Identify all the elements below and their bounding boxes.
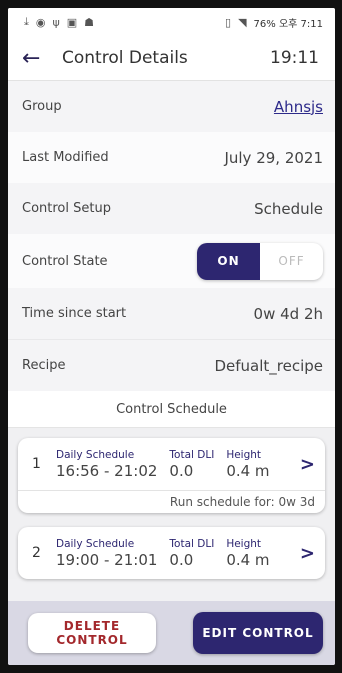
delete-control-button[interactable]: DELETE CONTROL	[28, 613, 156, 653]
chevron-right-icon[interactable]: >	[300, 454, 315, 475]
status-bar: ⤓ ◉ ψ ▣ ☗ ▯ ◥ 76% 오후 7:11	[8, 8, 335, 36]
field-label: Daily Schedule	[56, 537, 135, 550]
schedule-card[interactable]: 2 Daily Schedule 19:00 - 21:01 Total DLI…	[18, 527, 325, 579]
field-label: Height	[226, 537, 262, 550]
row-label: Recipe	[22, 358, 66, 373]
schedule-index: 2	[32, 545, 41, 561]
row-label: Last Modified	[22, 150, 109, 165]
schedule-index: 1	[32, 456, 41, 472]
row-label: Control Setup	[22, 201, 111, 216]
page-title: Control Details	[62, 48, 188, 68]
total-dli: Total DLI 0.0	[169, 449, 214, 480]
field-value: 0.0	[169, 550, 194, 569]
field-value: 19:00 - 21:01	[56, 550, 158, 569]
vibrate-icon: ▯	[225, 15, 232, 29]
field-value: 0.0	[169, 461, 194, 480]
bottom-action-bar: DELETE CONTROL EDIT CONTROL	[8, 601, 335, 665]
toggle-on[interactable]: ON	[197, 242, 260, 280]
field-label: Daily Schedule	[56, 448, 135, 461]
field-label: Height	[226, 448, 262, 461]
toggle-off[interactable]: OFF	[260, 243, 323, 280]
edit-control-button[interactable]: EDIT CONTROL	[193, 612, 323, 654]
header-time: 19:11	[270, 48, 319, 68]
control-state-toggle[interactable]: ON OFF	[197, 242, 323, 280]
usb-icon: ψ	[52, 15, 60, 29]
field-label: Total DLI	[169, 537, 215, 550]
row-label: Control State	[22, 253, 108, 269]
total-dli: Total DLI 0.0	[169, 538, 214, 569]
status-icons-right: ▯ ◥ 76% 오후 7:11	[225, 15, 323, 30]
schedule-card[interactable]: 1 Daily Schedule 16:56 - 21:02 Total DLI…	[18, 438, 325, 513]
row-label: Group	[22, 99, 62, 114]
row-control-state: Control State ON OFF	[8, 234, 335, 288]
row-value: Defualt_recipe	[214, 356, 323, 375]
row-group: Group Ahnsjs	[8, 81, 335, 132]
field-label: Total DLI	[169, 448, 215, 461]
row-value: Schedule	[254, 199, 323, 218]
row-label: Time since start	[22, 306, 127, 321]
back-arrow-icon[interactable]: ←	[22, 46, 54, 71]
row-last-modified: Last Modified July 29, 2021	[8, 132, 335, 183]
field-value: 16:56 - 21:02	[56, 461, 158, 480]
group-link[interactable]: Ahnsjs	[274, 98, 323, 116]
daily-schedule: Daily Schedule 19:00 - 21:01	[56, 538, 157, 569]
android-icon: ☗	[84, 15, 95, 29]
wifi-icon: ◥	[238, 15, 247, 29]
chevron-right-icon[interactable]: >	[300, 543, 315, 564]
app-screen: ⤓ ◉ ψ ▣ ☗ ▯ ◥ 76% 오후 7:11 ← Control Deta…	[8, 8, 335, 665]
record-icon: ◉	[35, 15, 46, 29]
image-icon: ▣	[66, 15, 78, 29]
height: Height 0.4 m	[226, 538, 269, 569]
schedule-card-main: 1 Daily Schedule 16:56 - 21:02 Total DLI…	[18, 438, 325, 490]
row-control-setup: Control Setup Schedule	[8, 183, 335, 234]
schedule-list: 1 Daily Schedule 16:56 - 21:02 Total DLI…	[8, 428, 335, 579]
download-icon: ⤓	[24, 15, 29, 28]
row-value: July 29, 2021	[224, 148, 323, 167]
field-value: 0.4 m	[226, 461, 270, 480]
status-icons-left: ⤓ ◉ ψ ▣ ☗	[24, 15, 94, 29]
header: ← Control Details 19:11	[8, 36, 335, 81]
row-value: 0w 4d 2h	[253, 304, 323, 323]
schedule-card-footer: Run schedule for: 0w 3d	[18, 490, 325, 513]
field-value: 0.4 m	[226, 550, 270, 569]
schedule-card-main: 2 Daily Schedule 19:00 - 21:01 Total DLI…	[18, 527, 325, 579]
status-text: 76% 오후 7:11	[253, 18, 323, 30]
height: Height 0.4 m	[226, 449, 269, 480]
row-time-since-start: Time since start 0w 4d 2h	[8, 288, 335, 339]
daily-schedule: Daily Schedule 16:56 - 21:02	[56, 449, 157, 480]
schedule-section-title: Control Schedule	[8, 391, 335, 428]
row-recipe: Recipe Defualt_recipe	[8, 339, 335, 391]
